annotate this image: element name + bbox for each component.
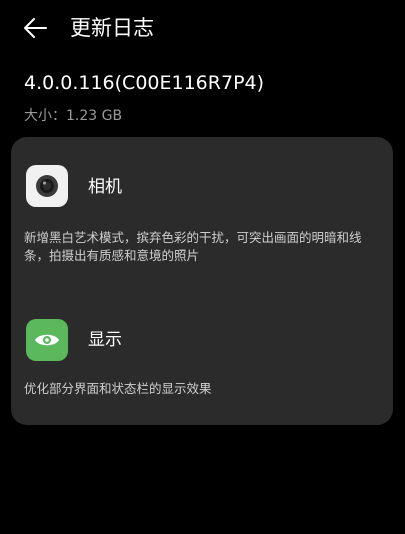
- display-app-icon: [26, 319, 68, 361]
- changelog-item-desc-camera: 新增黑白艺术模式，摈弃色彩的干扰，可突出画面的明暗和线条，拍摄出有质感和意境的照…: [24, 230, 362, 263]
- page-title: 更新日志: [70, 16, 154, 40]
- changelog-item-title-display: 显示: [88, 330, 122, 350]
- eye-icon: [35, 334, 59, 346]
- version-number: 4.0.0.116(C00E116R7P4): [24, 72, 265, 94]
- back-button[interactable]: [20, 13, 50, 43]
- size-label: 大小：: [24, 108, 66, 124]
- size-value: 1.23 GB: [66, 108, 123, 124]
- changelog-item-title-camera: 相机: [88, 177, 122, 197]
- package-size: 大小：1.23 GB: [24, 105, 122, 127]
- changelog-item-desc-display: 优化部分界面和状态栏的显示效果: [24, 381, 212, 396]
- camera-icon: [36, 175, 58, 197]
- header-bar: 更新日志: [0, 0, 405, 56]
- arrow-left-icon: [24, 18, 47, 38]
- camera-app-icon: [26, 165, 68, 207]
- changelog-card: 相机 新增黑白艺术模式，摈弃色彩的干扰，可突出画面的明暗和线条，拍摄出有质感和意…: [11, 137, 393, 425]
